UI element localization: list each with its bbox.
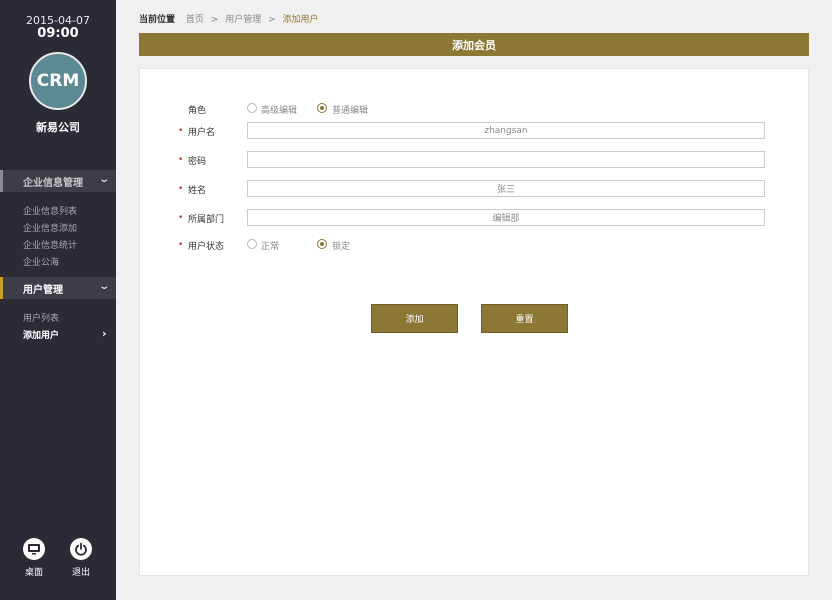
password-row: • 密码 bbox=[140, 151, 810, 169]
status-option-normal[interactable]: 正常 bbox=[261, 239, 279, 252]
reset-button[interactable]: 重置 bbox=[481, 304, 568, 333]
department-row: • 所属部门 bbox=[140, 209, 810, 227]
status-radio-locked[interactable] bbox=[317, 239, 327, 249]
page-title: 添加会员 bbox=[139, 33, 809, 56]
chevron-down-icon: ⌄ bbox=[97, 281, 110, 292]
submenu-enterprise-stats[interactable]: 企业信息统计 bbox=[23, 238, 77, 251]
username-row: • 用户名 bbox=[140, 122, 810, 140]
required-mark: • bbox=[178, 240, 184, 250]
monitor-icon bbox=[23, 538, 45, 560]
required-mark: • bbox=[178, 155, 184, 165]
password-input[interactable] bbox=[247, 151, 765, 168]
breadcrumb: 当前位置 首页 > 用户管理 > 添加用户 bbox=[139, 12, 319, 25]
crm-logo: CRM bbox=[29, 52, 87, 110]
required-mark: • bbox=[178, 213, 184, 223]
breadcrumb-prefix: 当前位置 bbox=[139, 15, 176, 25]
name-label: 姓名 bbox=[188, 186, 207, 196]
submenu-enterprise-pool[interactable]: 企业公海 bbox=[23, 255, 59, 268]
role-option-normal[interactable]: 普通编辑 bbox=[332, 103, 368, 116]
form-panel: 角色 高级编辑 普通编辑 • 用户名 • 密码 • 姓名 • 所属部门 • 用户… bbox=[139, 68, 809, 576]
status-option-locked[interactable]: 锁定 bbox=[332, 239, 350, 252]
role-radio-normal[interactable] bbox=[317, 103, 327, 113]
menu-user-management[interactable]: 用户管理 ⌄ bbox=[0, 277, 116, 299]
required-mark: • bbox=[178, 184, 184, 194]
status-label: 用户状态 bbox=[188, 242, 225, 252]
breadcrumb-separator: > bbox=[268, 15, 276, 25]
menu-enterprise-info-label: 企业信息管理 bbox=[23, 177, 83, 189]
logout-label: 退出 bbox=[71, 568, 90, 578]
department-input[interactable] bbox=[247, 209, 765, 226]
role-label: 角色 bbox=[188, 106, 207, 116]
role-radio-advanced[interactable] bbox=[247, 103, 257, 113]
password-label: 密码 bbox=[188, 157, 207, 167]
submenu-add-user[interactable]: 添加用户 bbox=[23, 328, 59, 341]
breadcrumb-home[interactable]: 首页 bbox=[186, 15, 204, 25]
submenu-enterprise-list[interactable]: 企业信息列表 bbox=[23, 204, 77, 217]
desktop-button[interactable]: 桌面 bbox=[21, 538, 47, 578]
breadcrumb-user-management[interactable]: 用户管理 bbox=[225, 15, 261, 25]
name-row: • 姓名 bbox=[140, 180, 810, 198]
submenu-user-list[interactable]: 用户列表 bbox=[23, 311, 59, 324]
add-button[interactable]: 添加 bbox=[371, 304, 458, 333]
submenu-enterprise-add[interactable]: 企业信息添加 bbox=[23, 221, 77, 234]
power-icon bbox=[70, 538, 92, 560]
department-label: 所属部门 bbox=[188, 215, 225, 225]
required-mark: • bbox=[178, 126, 184, 136]
chevron-down-icon: ⌄ bbox=[97, 174, 110, 185]
time-display: 09:00 bbox=[37, 26, 79, 41]
username-label: 用户名 bbox=[188, 128, 216, 138]
status-row: • 用户状态 正常 锁定 bbox=[140, 236, 810, 254]
breadcrumb-add-user: 添加用户 bbox=[282, 15, 319, 25]
desktop-label: 桌面 bbox=[24, 568, 43, 578]
company-name: 新易公司 bbox=[36, 121, 80, 134]
chevron-right-icon: › bbox=[102, 327, 107, 340]
role-option-advanced[interactable]: 高级编辑 bbox=[261, 103, 297, 116]
menu-user-management-label: 用户管理 bbox=[23, 284, 63, 296]
name-input[interactable] bbox=[247, 180, 765, 197]
status-radio-normal[interactable] bbox=[247, 239, 257, 249]
logout-button[interactable]: 退出 bbox=[68, 538, 94, 578]
sidebar: 2015-04-07 09:00 CRM 新易公司 企业信息管理 ⌄ 企业信息列… bbox=[0, 0, 116, 600]
role-row: 角色 高级编辑 普通编辑 bbox=[140, 100, 810, 118]
menu-enterprise-info[interactable]: 企业信息管理 ⌄ bbox=[0, 170, 116, 192]
username-input[interactable] bbox=[247, 122, 765, 139]
breadcrumb-separator: > bbox=[210, 15, 219, 25]
